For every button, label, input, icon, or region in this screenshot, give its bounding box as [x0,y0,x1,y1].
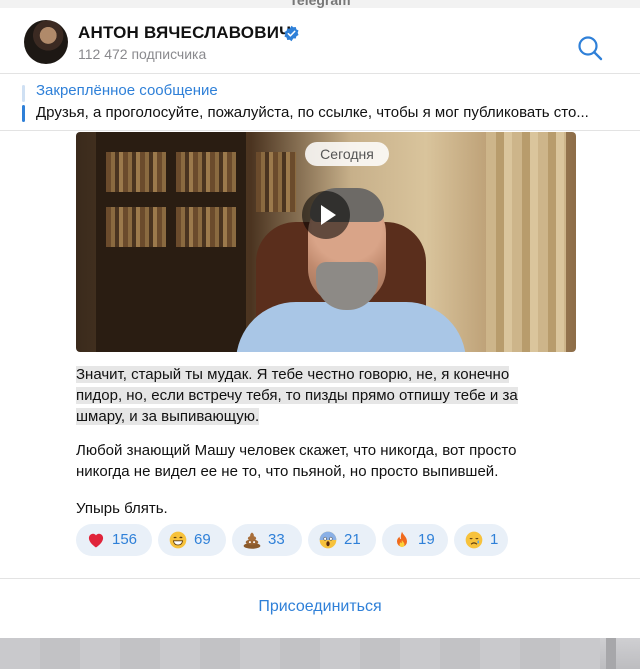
background-strip [0,638,600,669]
message-paragraph-2: Любой знающий Машу человек скажет, что н… [76,440,576,482]
channel-header[interactable]: АНТОН ВЯЧЕСЛАВОВИЧ 112 472 подписчика [0,8,640,74]
books [106,152,166,192]
heart-icon [88,533,104,548]
poop-icon [243,532,261,549]
play-icon[interactable] [302,191,350,239]
books [176,152,236,192]
grinning-face-icon [169,531,187,549]
background-below [0,638,640,669]
date-label: Сегодня [305,142,389,166]
reactions-bar: 156 69 33 21 19 1 [76,524,636,558]
reaction-heart[interactable]: 156 [76,524,152,556]
reaction-count: 1 [490,531,499,548]
message-line: Любой знающий Машу человек скажет, что н… [76,442,517,459]
subscriber-count: 112 472 подписчика [78,46,207,62]
verified-badge-icon [284,25,299,42]
books [256,152,296,212]
fire-icon [397,531,407,548]
search-icon[interactable] [576,34,604,62]
message-line: никогда не видел ее не то, что пьяной, н… [76,463,499,480]
join-button[interactable]: Присоединиться [220,589,420,625]
reaction-fire[interactable]: 19 [382,524,448,556]
channel-name[interactable]: АНТОН ВЯЧЕСЛАВОВИЧ [78,23,291,43]
message-paragraph-3: Упырь блять. [76,500,168,517]
crying-face-icon [465,531,483,549]
reaction-crying[interactable]: 1 [454,524,508,556]
pinned-indicator-active [22,105,25,122]
app-title-bar: Telegram [0,0,640,8]
books [106,207,166,247]
channel-avatar[interactable] [24,20,68,64]
message-area: Сегодня Значит, старый ты мудак. Я тебе … [0,132,640,578]
video-thumbnail[interactable]: Сегодня [76,132,576,352]
message-line: Значит, старый ты мудак. Я тебе честно г… [76,366,510,383]
pinned-title: Закреплённое сообщение [36,82,218,99]
books [176,207,236,247]
pinned-text: Друзья, а проголосуйте, пожалуйста, по с… [36,104,589,121]
reaction-count: 156 [112,531,138,548]
pinned-message[interactable]: Закреплённое сообщение Друзья, а проголо… [0,75,640,131]
pinned-indicator-inactive [22,85,25,102]
scroll-handle [606,638,616,669]
reaction-grinning[interactable]: 69 [158,524,226,556]
message-line: пидор, но, если встречу тебя, то пизды п… [76,387,518,404]
reaction-count: 69 [194,531,211,548]
reaction-count: 21 [344,531,361,548]
reaction-poop[interactable]: 33 [232,524,302,556]
curtain [486,132,566,352]
reaction-count: 33 [268,531,285,548]
message-paragraph-1: Значит, старый ты мудак. Я тебе честно г… [76,364,576,427]
reaction-count: 19 [418,531,435,548]
reaction-screaming[interactable]: 21 [308,524,376,556]
join-bar: Присоединиться [0,579,640,638]
screaming-face-icon [319,531,337,549]
channel-window: АНТОН ВЯЧЕСЛАВОВИЧ 112 472 подписчика За… [0,8,640,638]
app-title: Telegram [289,0,351,8]
message-line: шмару, и за выпивающую. [76,408,260,425]
